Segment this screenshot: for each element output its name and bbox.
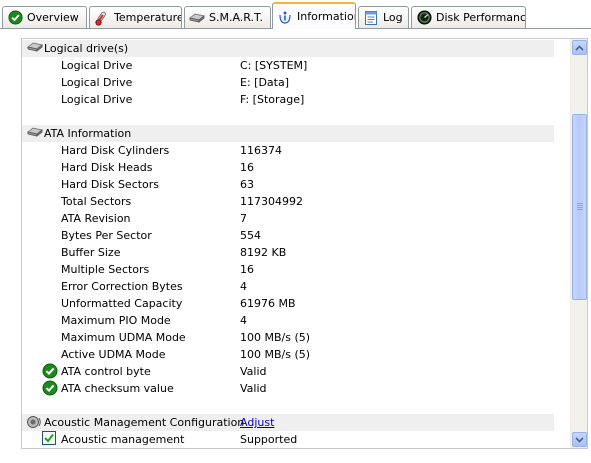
list-item: ATA checksum value Valid — [22, 380, 554, 397]
field-value: 4 — [240, 280, 247, 293]
field-label: ATA control byte — [61, 365, 151, 378]
information-panel: Logical drive(s) Logical Drive C: [SYSTEM… — [21, 38, 588, 449]
tab-label: Log — [383, 11, 403, 24]
list-item: Total Sectors 117304992 — [22, 193, 554, 210]
info-icon — [277, 9, 293, 25]
field-label: Buffer Size — [61, 246, 121, 259]
field-label: Maximum UDMA Mode — [61, 331, 186, 344]
field-value: 554 — [240, 229, 261, 242]
list-item: Active UDMA Mode 100 MB/s (5) — [22, 346, 554, 363]
tab-temperature[interactable]: Temperature — [89, 6, 182, 28]
field-label: Logical Drive — [61, 76, 133, 89]
field-label: Bytes Per Sector — [61, 229, 152, 242]
field-value: E: [Data] — [240, 76, 290, 89]
field-value: 116374 — [240, 144, 282, 157]
list-item: Hard Disk Cylinders 116374 — [22, 142, 554, 159]
tab-log[interactable]: Log — [358, 6, 409, 28]
hard-disk-icon — [26, 41, 44, 55]
app-window: Overview Temperature S.M.A.R.T. Informat… — [0, 0, 591, 463]
field-label: Unformatted Capacity — [61, 297, 183, 310]
field-label: Hard Disk Heads — [61, 161, 153, 174]
adjust-link[interactable]: Adjust — [240, 416, 274, 429]
field-value: 4 — [240, 314, 247, 327]
tab-label: Information — [297, 10, 356, 23]
field-label: ATA Revision — [61, 212, 131, 225]
list-item: ATA Revision 7 — [22, 210, 554, 227]
section-header-logical-drives: Logical drive(s) — [22, 40, 554, 57]
document-icon — [363, 10, 379, 26]
scrollbar-thumb[interactable] — [572, 114, 587, 300]
check-circle-icon — [7, 10, 23, 26]
speaker-icon — [26, 415, 44, 429]
field-value: 100 MB/s (5) — [240, 331, 311, 344]
field-label: Error Correction Bytes — [61, 280, 183, 293]
field-value: 117304992 — [240, 195, 303, 208]
list-item: Logical Drive F: [Storage] — [22, 91, 554, 108]
tab-label: Disk Performance — [436, 11, 526, 24]
field-label: Acoustic management — [61, 433, 185, 446]
field-label: Logical Drive — [61, 93, 133, 106]
chevron-down-icon — [575, 436, 584, 443]
field-value: 100 MB/s (5) — [240, 348, 311, 361]
gauge-icon — [416, 10, 432, 26]
scroll-down-button[interactable] — [572, 432, 587, 447]
list-item: Buffer Size 8192 KB — [22, 244, 554, 261]
list-item: Maximum PIO Mode 4 — [22, 312, 554, 329]
tab-information[interactable]: Information — [272, 2, 356, 29]
section-header-acoustic-management: Acoustic Management Configuration Adjust — [22, 414, 554, 431]
vertical-scrollbar[interactable] — [570, 39, 587, 448]
field-label: Hard Disk Sectors — [61, 178, 160, 191]
field-value: 16 — [240, 263, 254, 276]
field-value: C: [SYSTEM] — [240, 59, 308, 72]
tab-disk-performance[interactable]: Disk Performance — [411, 6, 526, 28]
hard-disk-icon — [26, 126, 44, 140]
check-circle-icon — [42, 363, 58, 379]
field-label: Total Sectors — [61, 195, 132, 208]
tab-strip: Overview Temperature S.M.A.R.T. Informat… — [0, 0, 591, 30]
scroll-up-button[interactable] — [572, 40, 587, 55]
list-item: Maximum UDMA Mode 100 MB/s (5) — [22, 329, 554, 346]
tab-label: Overview — [27, 11, 79, 24]
list-item: Acoustic management Supported — [22, 431, 554, 448]
section-header-ata-information: ATA Information — [22, 125, 554, 142]
tab-label: Temperature — [114, 11, 182, 24]
field-value: Valid — [240, 365, 267, 378]
field-label: Hard Disk Cylinders — [61, 144, 170, 157]
tab-smart[interactable]: S.M.A.R.T. — [184, 6, 271, 28]
field-value: Supported — [240, 433, 298, 446]
section-title: Acoustic Management Configuration — [44, 416, 245, 429]
field-label: Maximum PIO Mode — [61, 314, 171, 327]
section-title: ATA Information — [44, 127, 132, 140]
field-label: Active UDMA Mode — [61, 348, 166, 361]
field-label: Logical Drive — [61, 59, 133, 72]
acoustic-management-checkbox[interactable] — [42, 431, 58, 447]
tab-label: S.M.A.R.T. — [209, 11, 263, 24]
check-circle-icon — [42, 380, 58, 396]
list-item: Error Correction Bytes 4 — [22, 278, 554, 295]
field-value: 7 — [240, 212, 247, 225]
field-label: ATA checksum value — [61, 382, 174, 395]
section-title: Logical drive(s) — [44, 42, 129, 55]
list-item: Logical Drive C: [SYSTEM] — [22, 57, 554, 74]
list-item: Multiple Sectors 16 — [22, 261, 554, 278]
field-value: 63 — [240, 178, 254, 191]
thermometer-icon — [94, 10, 110, 26]
info-list: Logical drive(s) Logical Drive C: [SYSTEM… — [22, 39, 554, 448]
hard-disk-icon — [189, 10, 205, 26]
list-item: ATA control byte Valid — [22, 363, 554, 380]
field-value: 8192 KB — [240, 246, 287, 259]
list-item: Logical Drive E: [Data] — [22, 74, 554, 91]
list-item: Bytes Per Sector 554 — [22, 227, 554, 244]
field-value: 61976 MB — [240, 297, 296, 310]
field-value: 16 — [240, 161, 254, 174]
field-value: F: [Storage] — [240, 93, 305, 106]
field-value: Valid — [240, 382, 267, 395]
tab-overview[interactable]: Overview — [2, 6, 87, 28]
list-item: Unformatted Capacity 61976 MB — [22, 295, 554, 312]
chevron-up-icon — [575, 44, 584, 51]
list-item: Hard Disk Sectors 63 — [22, 176, 554, 193]
field-label: Multiple Sectors — [61, 263, 150, 276]
list-item: Hard Disk Heads 16 — [22, 159, 554, 176]
